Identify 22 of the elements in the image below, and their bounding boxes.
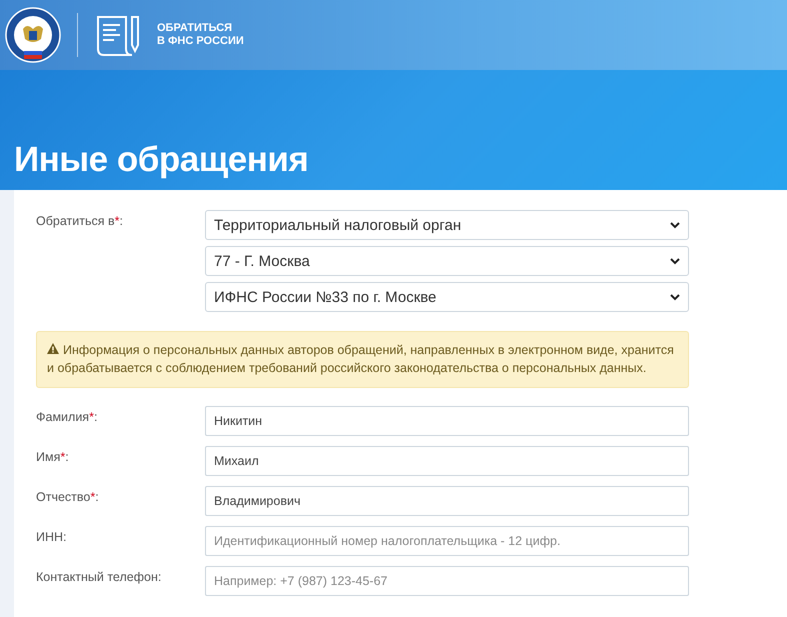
field-label: Контактный телефон: <box>36 569 162 586</box>
dropdown[interactable]: Территориальный налоговый орган <box>205 210 689 240</box>
text-field[interactable]: Владимирович <box>205 486 689 516</box>
notice-text: Информация о персональных данных авторов обращений, направленных в электронном виде, хранится и обрабатывается с соблюдением требований российского законодательства о персональных данных. <box>36 331 689 388</box>
text-field[interactable]: Идентификационный номер налогоплательщика - 12 цифр. <box>205 526 689 556</box>
chevron-down-icon <box>670 258 680 264</box>
dropdown[interactable]: 77 - Г. Москва <box>205 246 689 276</box>
text-field[interactable]: Михаил <box>205 446 689 476</box>
field-label: Имя*: <box>36 449 70 466</box>
text-field[interactable]: Например: +7 (987) 123-45-67 <box>205 566 689 596</box>
emblem-icon[interactable] <box>5 7 61 63</box>
field-label: Обратиться в*: <box>36 213 124 230</box>
document-pen-icon[interactable] <box>94 13 142 57</box>
text-field[interactable]: Никитин <box>205 406 689 436</box>
chevron-down-icon <box>670 222 680 228</box>
field-label: Отчество*: <box>36 489 100 506</box>
chevron-down-icon <box>670 294 680 300</box>
field-label: Фамилия*: <box>36 409 98 426</box>
dropdown[interactable]: ИФНС России №33 по г. Москве <box>205 282 689 312</box>
warning-icon <box>47 343 59 354</box>
field-label: ИНН: <box>36 529 68 546</box>
page-title: Иные обращения <box>14 140 308 180</box>
